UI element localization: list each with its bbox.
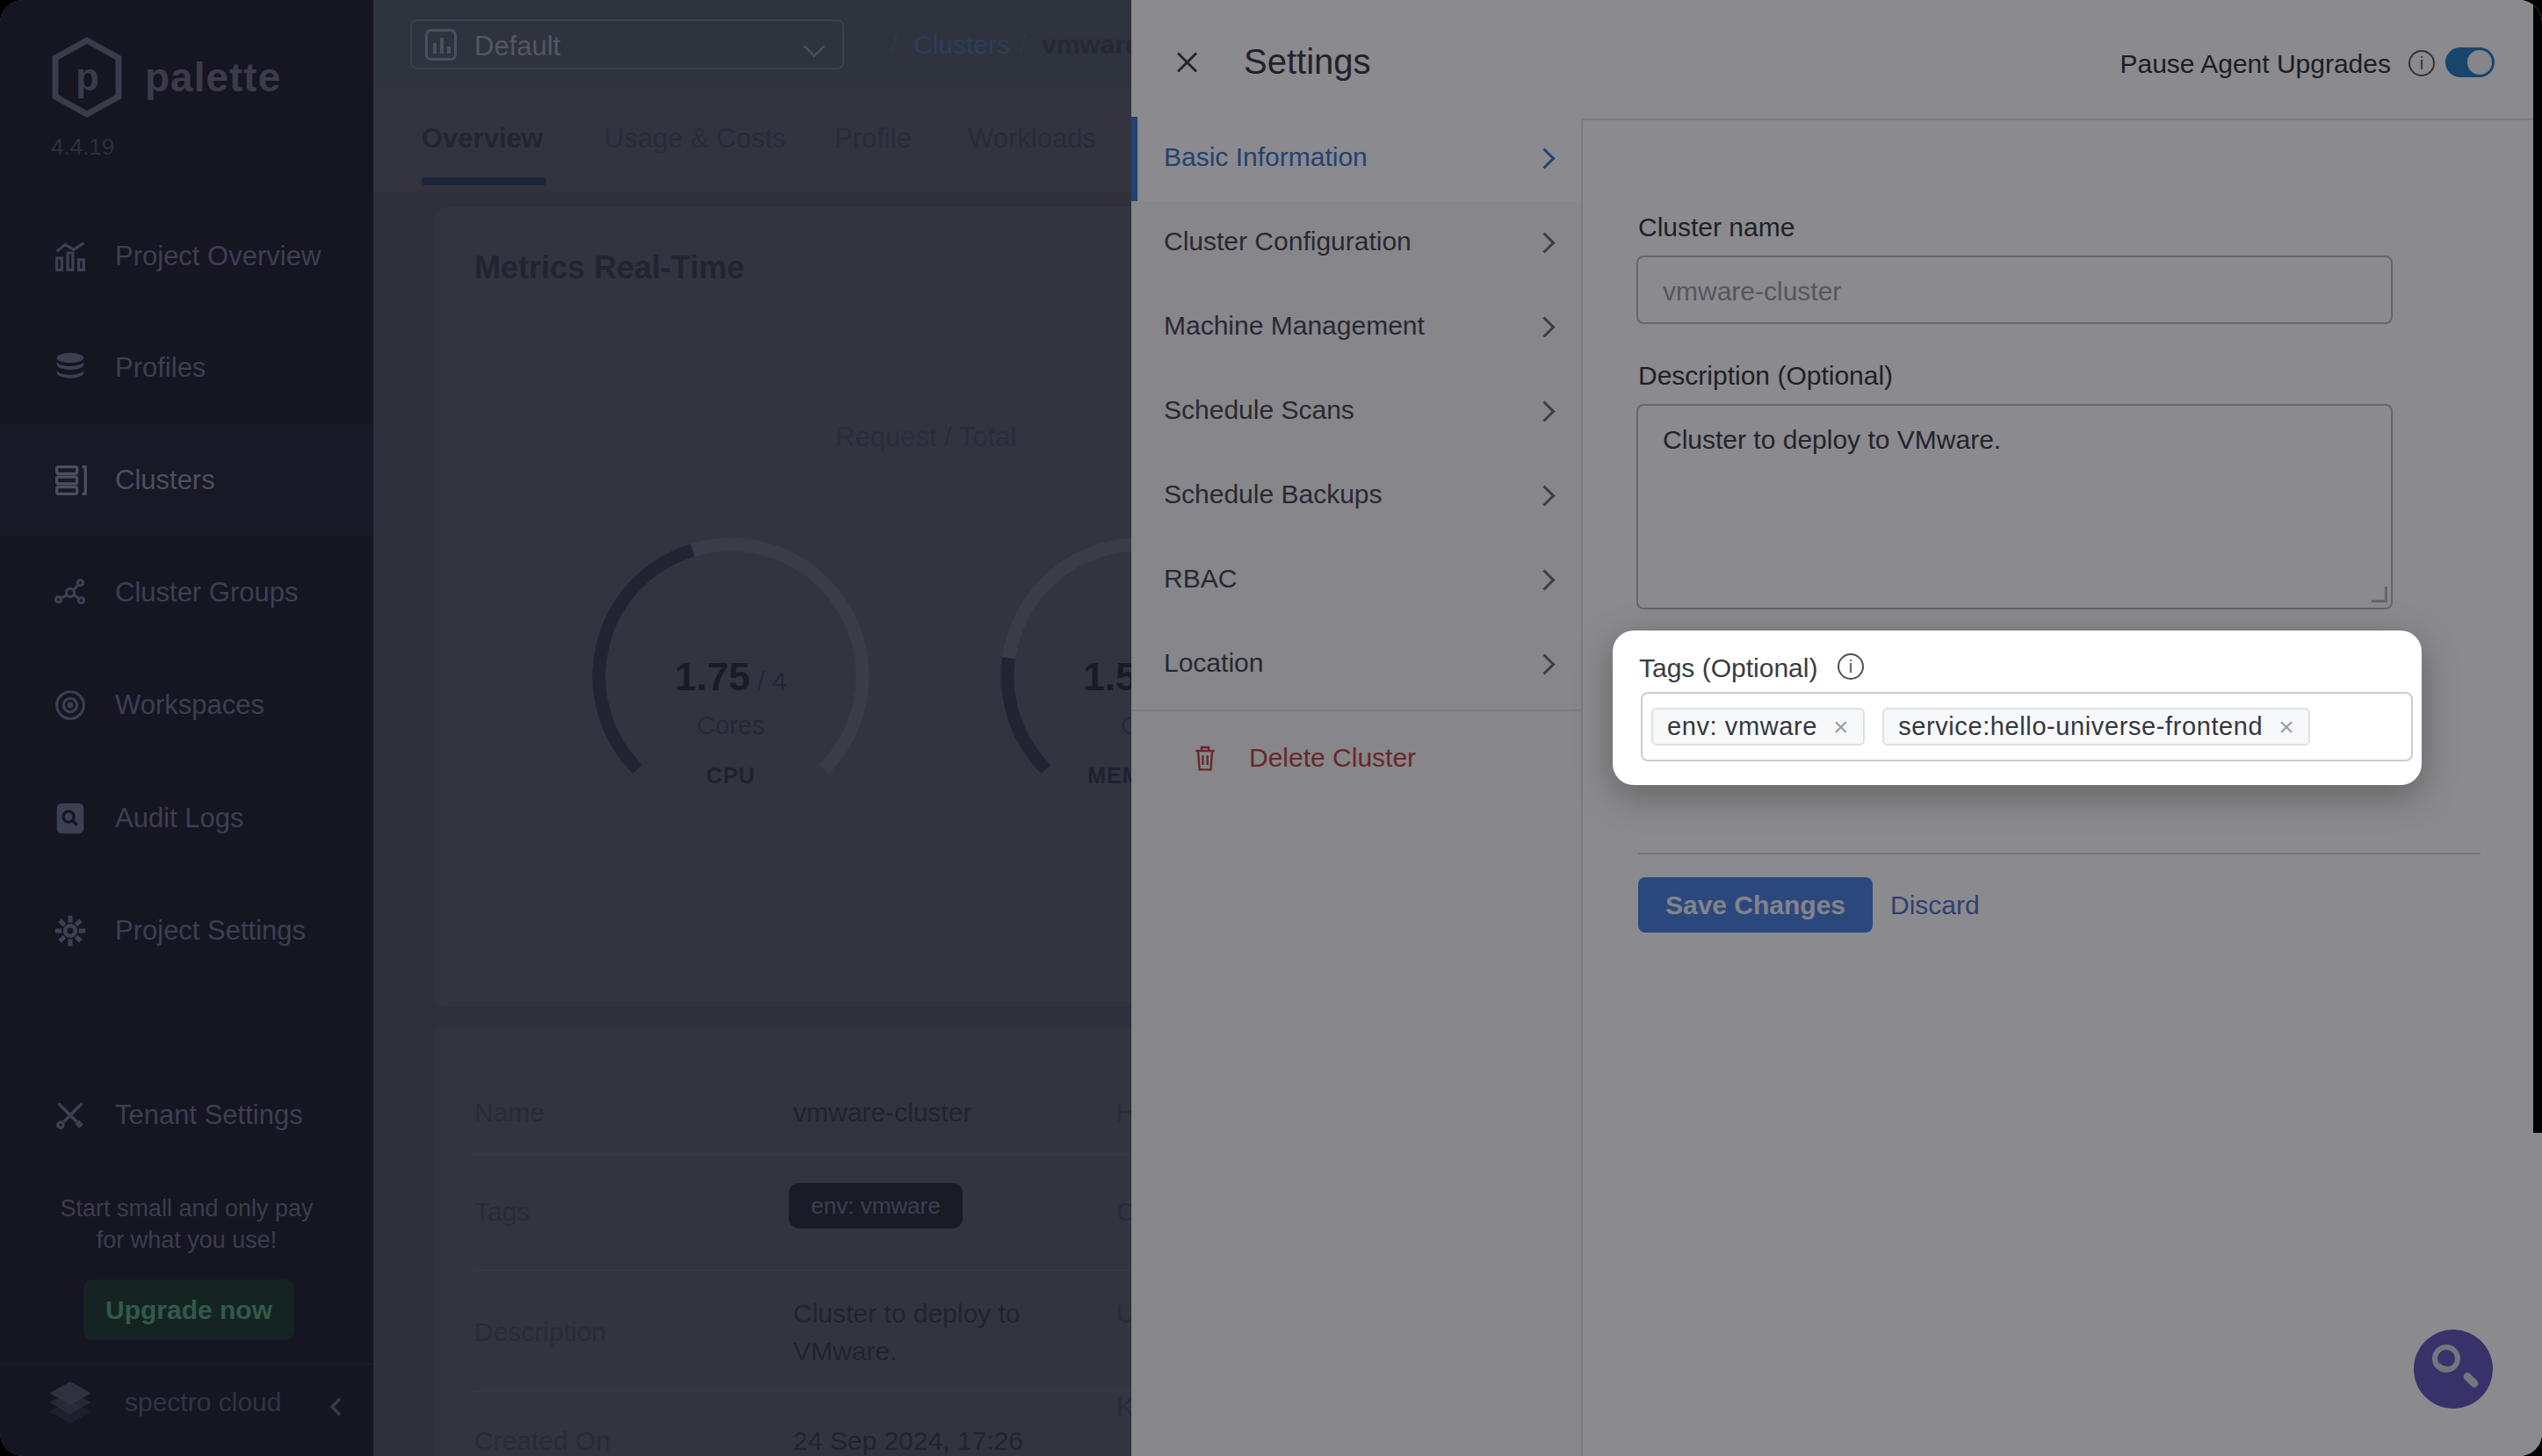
tags-input[interactable]: env: vmware × service:hello-universe-fro…: [1641, 692, 2413, 761]
tags-info-icon[interactable]: i: [1838, 653, 1864, 680]
tags-spotlight: Tags (Optional) i env: vmware × service:…: [1613, 631, 2422, 785]
remove-tag-icon[interactable]: ×: [1833, 712, 1849, 742]
remove-tag-icon[interactable]: ×: [2278, 712, 2294, 742]
tag-chip-service: service:hello-universe-frontend ×: [1882, 708, 2310, 746]
tags-label: Tags (Optional): [1639, 653, 1817, 683]
screen-edge-strip: [2533, 0, 2542, 1133]
tag-chip-env-vmware: env: vmware ×: [1651, 708, 1865, 746]
app-window: Default / Clusters / vmware-cluster Over…: [0, 0, 2542, 1456]
